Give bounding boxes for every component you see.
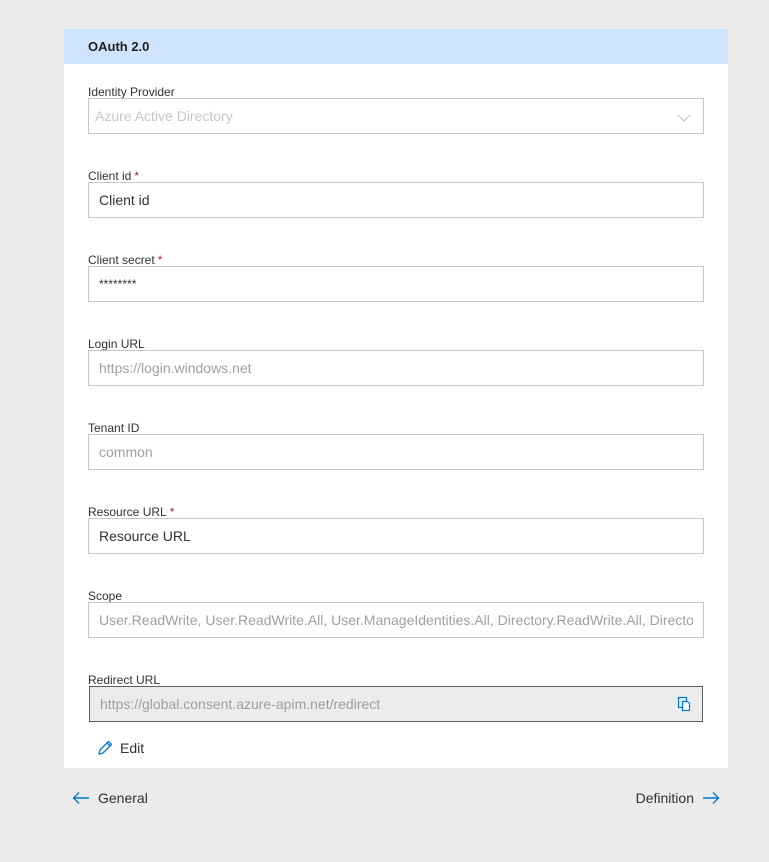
tenant-id-input[interactable]: common [88,434,704,470]
required-marker: * [157,253,163,267]
redirect-url-input: https://global.consent.azure-apim.net/re… [89,686,703,722]
client-id-field: Client id * Client id [88,168,704,218]
required-marker: * [134,169,140,183]
tenant-id-field: Tenant ID common [88,420,704,470]
chevron-down-icon [677,110,691,126]
client-secret-input[interactable]: ******** [88,266,704,302]
next-label: Definition [635,790,694,806]
login-url-placeholder: https://login.windows.net [99,360,252,376]
tenant-id-placeholder: common [99,444,153,460]
panel-header: OAuth 2.0 [64,29,728,64]
previous-general-link[interactable]: General [72,790,148,806]
pencil-icon [96,739,114,757]
scope-field: Scope User.ReadWrite, User.ReadWrite.All… [88,588,704,638]
edit-button[interactable]: Edit [96,739,144,757]
identity-provider-value: Azure Active Directory [95,108,233,124]
client-secret-field: Client secret * ******** [88,252,704,302]
panel-title: OAuth 2.0 [88,39,150,54]
scope-input[interactable]: User.ReadWrite, User.ReadWrite.All, User… [88,602,704,638]
client-id-input[interactable]: Client id [88,182,704,218]
oauth-panel: OAuth 2.0 Identity Provider Azure Active… [64,29,728,768]
required-marker: * [169,505,175,519]
identity-provider-dropdown[interactable]: Azure Active Directory [88,98,704,134]
copy-icon[interactable] [676,696,692,712]
identity-provider-field: Identity Provider Azure Active Directory [88,84,704,134]
edit-label: Edit [120,740,145,756]
previous-label: General [98,790,148,806]
resource-url-field: Resource URL * Resource URL [88,504,704,554]
resource-url-input[interactable]: Resource URL [88,518,704,554]
login-url-field: Login URL https://login.windows.net [88,336,704,386]
client-id-value: Client id [99,192,150,208]
arrow-right-icon [702,791,720,805]
resource-url-value: Resource URL [99,528,191,544]
arrow-left-icon [72,791,90,805]
redirect-url-field: Redirect URL https://global.consent.azur… [88,672,704,722]
redirect-url-value: https://global.consent.azure-apim.net/re… [100,696,381,712]
next-definition-link[interactable]: Definition [636,790,720,806]
client-secret-value: ******** [99,277,137,291]
scope-placeholder: User.ReadWrite, User.ReadWrite.All, User… [99,612,693,628]
login-url-input[interactable]: https://login.windows.net [88,350,704,386]
